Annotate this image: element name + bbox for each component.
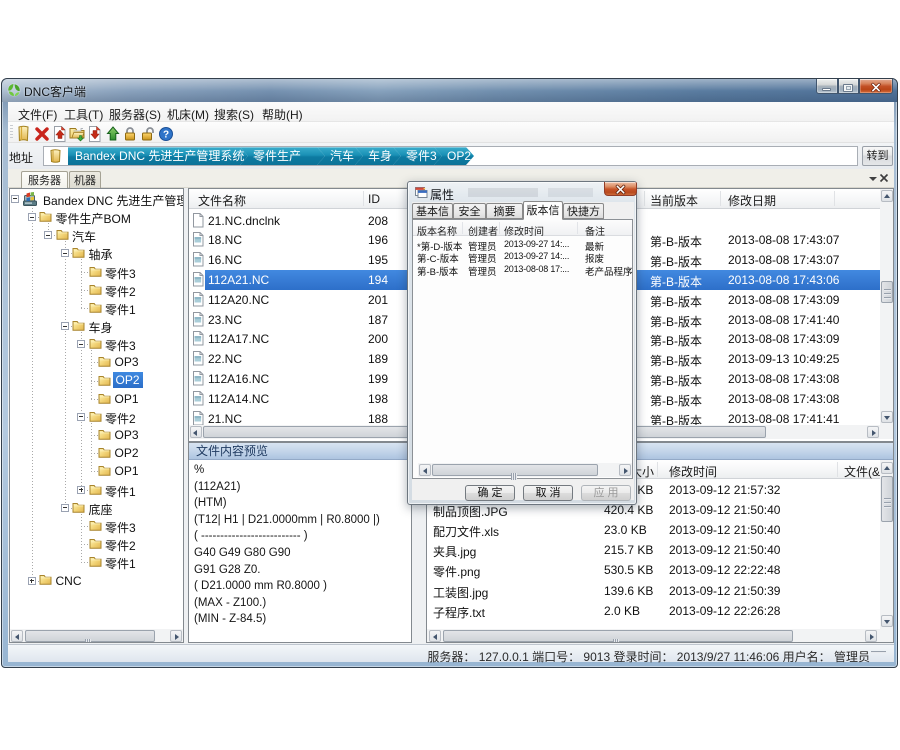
- svg-text:?: ?: [163, 130, 169, 141]
